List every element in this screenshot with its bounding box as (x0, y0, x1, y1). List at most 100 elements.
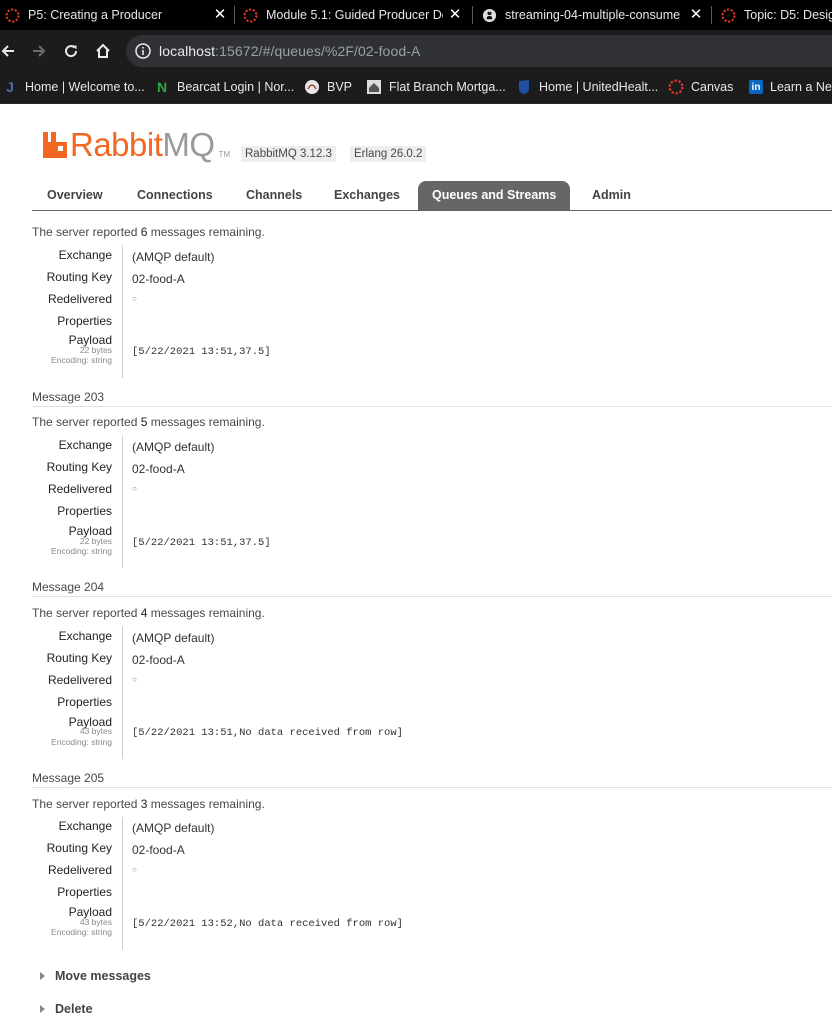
payload-size: 43 bytes (79, 917, 112, 927)
close-icon[interactable]: ✕ (448, 7, 462, 23)
rabbitmq-logo[interactable]: RabbitMQ TM (42, 128, 230, 161)
browser-tab-strip: P5: Creating a Producer ✕ Module 5.1: Gu… (0, 0, 832, 30)
routing-key-value: 02-food-A (132, 272, 185, 286)
messages-remaining: The server reported 3 messages remaining… (32, 797, 265, 811)
logo-wordmark: RabbitMQ (70, 128, 215, 161)
browser-tab[interactable]: streaming-04-multiple-consumer ✕ (482, 0, 703, 30)
tab-overview[interactable]: Overview (47, 181, 103, 210)
exchange-label: Exchange (58, 438, 112, 452)
url-path: :15672/#/queues/%2F/02-food-A (215, 43, 421, 59)
erlang-badge: Erlang 26.0.2 (350, 146, 427, 162)
tab-title: Topic: D5: Desig (744, 8, 832, 22)
tab-channels[interactable]: Channels (246, 181, 302, 210)
exchange-label: Exchange (58, 629, 112, 643)
linkedin-icon: in (749, 80, 763, 94)
back-arrow-icon[interactable] (0, 39, 20, 63)
redelivered-value: ○ (132, 675, 137, 684)
exchange-value: (AMQP default) (132, 440, 215, 454)
j-icon: J (6, 79, 14, 95)
routing-key-label: Routing Key (46, 270, 112, 284)
payload-value: [5/22/2021 13:52,No data received from r… (132, 918, 403, 930)
tab-exchanges[interactable]: Exchanges (334, 181, 400, 210)
bookmark-item[interactable]: N Bearcat Login | Nor... (154, 70, 294, 104)
logo-mq-text: MQ (162, 126, 215, 163)
forward-arrow-icon[interactable] (27, 39, 51, 63)
bookmark-item[interactable]: in Learn a New (749, 70, 832, 104)
bookmark-label: BVP (327, 80, 353, 94)
redelivered-label: Redelivered (47, 482, 112, 496)
payload-size: 22 bytes (79, 536, 112, 546)
messages-remaining: The server reported 4 messages remaining… (32, 606, 265, 620)
close-icon[interactable]: ✕ (689, 7, 703, 23)
exchange-value: (AMQP default) (132, 250, 215, 264)
tab-divider (234, 6, 235, 24)
properties-label: Properties (57, 695, 112, 709)
tab-connections[interactable]: Connections (137, 181, 213, 210)
tab-admin[interactable]: Admin (592, 181, 631, 210)
tab-title: P5: Creating a Producer (28, 8, 163, 22)
bookmark-item[interactable]: Flat Branch Mortga... (366, 70, 506, 104)
field-divider (122, 245, 123, 378)
expand-triangle-icon (40, 1005, 45, 1013)
reload-icon[interactable] (59, 39, 83, 63)
move-messages-section[interactable]: Move messages (40, 969, 151, 983)
bearcat-icon: N (156, 79, 168, 95)
section-label: Delete (55, 1002, 93, 1016)
routing-key-value: 02-food-A (132, 462, 185, 476)
house-icon (366, 79, 382, 95)
message-title: Message 203 (32, 390, 832, 407)
close-icon[interactable]: ✕ (213, 7, 227, 23)
field-divider (122, 435, 123, 568)
browser-tab[interactable]: Topic: D5: Desig (721, 0, 832, 30)
exchange-value: (AMQP default) (132, 631, 215, 645)
delete-section[interactable]: Delete (40, 1002, 93, 1016)
routing-key-value: 02-food-A (132, 843, 185, 857)
message-title: Message 204 (32, 580, 832, 597)
bookmark-item[interactable]: Canvas (668, 70, 733, 104)
info-icon[interactable] (134, 42, 152, 65)
bookmark-label: Bearcat Login | Nor... (177, 80, 295, 94)
bookmark-item[interactable]: Home | UnitedHealt... (516, 70, 658, 104)
tab-divider (472, 6, 473, 24)
exchange-label: Exchange (58, 819, 112, 833)
tab-queues-and-streams[interactable]: Queues and Streams (418, 181, 571, 210)
logo-rabbit-text: Rabbit (70, 126, 163, 163)
bookmark-label: Flat Branch Mortga... (389, 80, 506, 94)
payload-size: 22 bytes (79, 345, 112, 355)
message-title: Message 205 (32, 771, 832, 788)
browser-tab[interactable]: P5: Creating a Producer ✕ (5, 0, 227, 30)
field-divider (122, 817, 123, 950)
home-icon[interactable] (91, 39, 115, 63)
bookmark-item[interactable]: BVP (304, 70, 352, 104)
url-host: localhost (159, 43, 216, 59)
bookmark-item[interactable]: J Home | Welcome to... (2, 70, 145, 104)
canvas-icon (5, 8, 20, 23)
properties-label: Properties (57, 885, 112, 899)
canvas-icon (668, 79, 684, 95)
version-badge: RabbitMQ 3.12.3 (241, 146, 336, 162)
canvas-icon (721, 8, 736, 23)
messages-remaining: The server reported 6 messages remaining… (32, 225, 265, 239)
redelivered-value: ○ (132, 294, 137, 303)
bookmark-label: Canvas (691, 80, 734, 94)
browser-tab[interactable]: Module 5.1: Guided Producer De ✕ (243, 0, 462, 30)
routing-key-value: 02-food-A (132, 653, 185, 667)
redelivered-label: Redelivered (47, 863, 112, 877)
payload-value: [5/22/2021 13:51,No data received from r… (132, 727, 403, 739)
payload-encoding: Encoding: string (51, 927, 112, 937)
messages-remaining: The server reported 5 messages remaining… (32, 415, 265, 429)
redelivered-value: ○ (132, 484, 137, 493)
bvp-icon (304, 79, 320, 95)
github-icon (482, 8, 497, 23)
canvas-icon (243, 8, 258, 23)
exchange-value: (AMQP default) (132, 821, 215, 835)
tab-divider (711, 6, 712, 24)
exchange-label: Exchange (58, 248, 112, 262)
payload-encoding: Encoding: string (51, 737, 112, 747)
address-url[interactable]: localhost:15672/#/queues/%2F/02-food-A (159, 43, 420, 59)
tab-title: streaming-04-multiple-consumer (505, 8, 680, 22)
payload-size: 43 bytes (79, 726, 112, 736)
shield-icon (516, 79, 532, 95)
tab-title: Module 5.1: Guided Producer De (266, 8, 443, 22)
bookmark-label: Home | UnitedHealt... (539, 80, 659, 94)
